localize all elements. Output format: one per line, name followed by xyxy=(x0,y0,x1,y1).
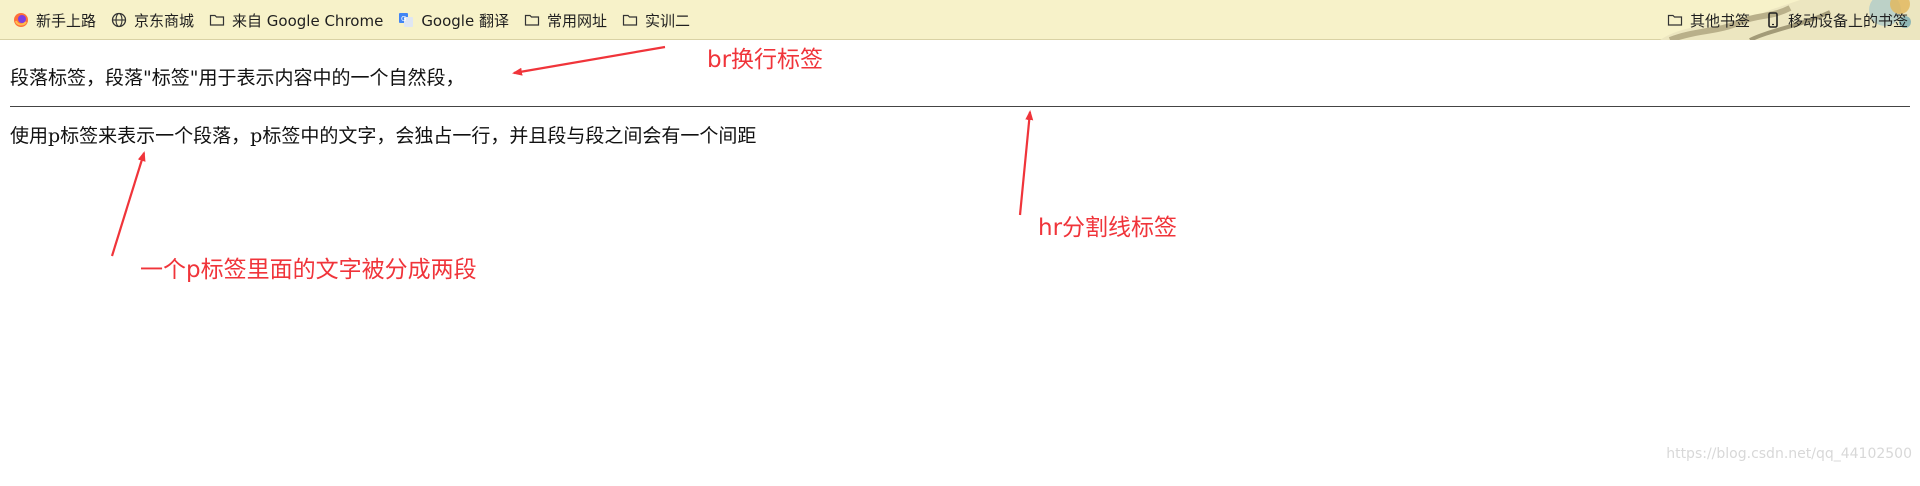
bookmark-label: 京东商城 xyxy=(134,11,195,30)
bookmark-folder-chrome[interactable]: 来自 Google Chrome xyxy=(208,10,383,31)
bookmark-label: 移动设备上的书签 xyxy=(1787,11,1908,30)
arrow-hr xyxy=(1018,110,1034,216)
bookmarks-left: 新手上路 京东商城 来自 Google Chrome G Google 翻译 常… xyxy=(12,0,690,40)
bookmark-xinshoushanglu[interactable]: 新手上路 xyxy=(12,10,96,31)
bookmark-folder-shixun[interactable]: 实训二 xyxy=(621,10,690,31)
browser-window: 新手上路 京东商城 来自 Google Chrome G Google 翻译 常… xyxy=(0,0,1920,486)
bookmark-label: 其他书签 xyxy=(1689,11,1750,30)
google-translate-icon: G xyxy=(397,11,415,29)
watermark: https://blog.csdn.net/qq_44102500 xyxy=(1666,446,1912,462)
svg-text:G: G xyxy=(401,15,406,23)
bookmark-jd[interactable]: 京东商城 xyxy=(110,10,194,31)
globe-icon xyxy=(110,11,128,29)
bookmark-label: Google 翻译 xyxy=(421,11,509,30)
bookmark-other[interactable]: 其他书签 xyxy=(1666,10,1750,31)
bookmark-label: 实训二 xyxy=(645,11,691,30)
folder-icon xyxy=(621,11,639,29)
bookmark-label: 常用网址 xyxy=(546,11,607,30)
page-content: 段落标签，段落"标签"用于表示内容中的一个自然段， 使用p标签来表示一个段落，p… xyxy=(0,40,1920,486)
paragraph-2: 使用p标签来表示一个段落，p标签中的文字，会独占一行，并且段与段之间会有一个间距 xyxy=(10,125,757,147)
annotation-br: br换行标签 xyxy=(707,47,824,73)
bookmarks-bar: 新手上路 京东商城 来自 Google Chrome G Google 翻译 常… xyxy=(0,0,1920,40)
hr-divider xyxy=(10,106,1910,107)
annotation-hr: hr分割线标签 xyxy=(1038,215,1178,241)
paragraph-1: 段落标签，段落"标签"用于表示内容中的一个自然段， xyxy=(10,67,465,89)
bookmark-label: 来自 Google Chrome xyxy=(232,11,384,30)
bookmarks-right: 其他书签 移动设备上的书签 xyxy=(1666,0,1908,40)
bookmark-label: 新手上路 xyxy=(36,11,97,30)
folder-icon xyxy=(1666,11,1684,29)
annotation-p: 一个p标签里面的文字被分成两段 xyxy=(140,257,477,283)
bookmark-mobile[interactable]: 移动设备上的书签 xyxy=(1764,10,1908,31)
mobile-icon xyxy=(1764,11,1782,29)
folder-icon xyxy=(208,11,226,29)
arrow-br xyxy=(512,45,666,76)
bookmark-folder-changyong[interactable]: 常用网址 xyxy=(523,10,607,31)
bookmark-google-translate[interactable]: G Google 翻译 xyxy=(397,10,509,31)
arrow-p xyxy=(110,151,146,257)
firefox-icon xyxy=(12,11,30,29)
folder-icon xyxy=(523,11,541,29)
